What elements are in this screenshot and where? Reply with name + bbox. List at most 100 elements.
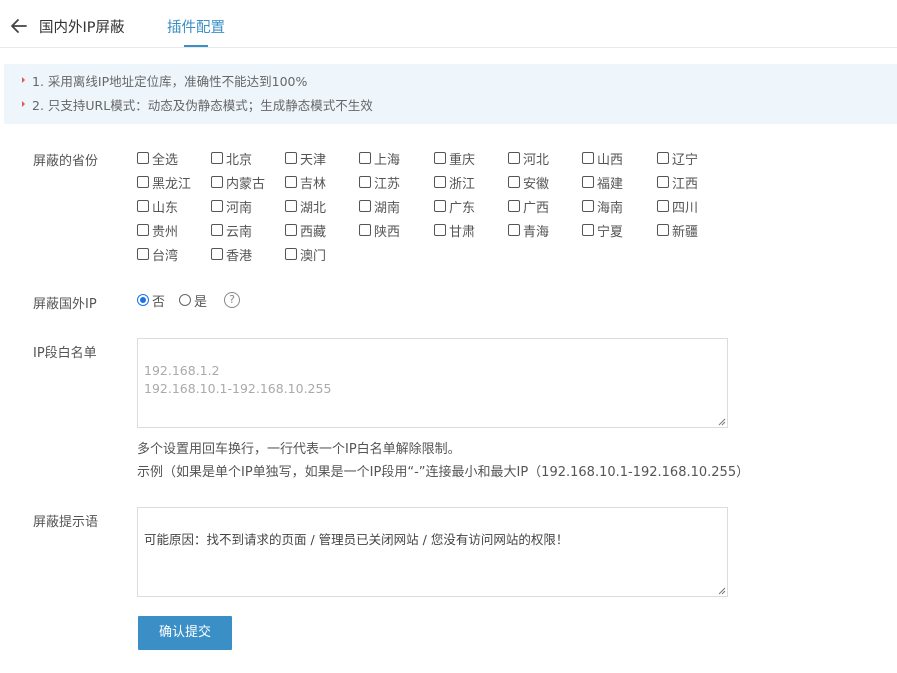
checkbox-box (359, 224, 371, 236)
checkbox-box (359, 200, 371, 212)
checkbox-box (285, 248, 297, 260)
checkbox-province[interactable]: 广东 (434, 197, 475, 216)
checkbox-label: 甘肃 (449, 224, 476, 240)
whitelist-textarea[interactable]: 192.168.1.2 192.168.10.1-192.168.10.255 (137, 338, 728, 428)
checkbox-box (285, 200, 297, 212)
checkbox-province[interactable]: 台湾 (137, 245, 179, 264)
notice-box: 1. 采用离线IP地址定位库，准确性不能达到100% 2. 只支持URL模式：动… (4, 64, 897, 124)
checkbox-box (285, 176, 297, 188)
checkbox-box (211, 248, 223, 260)
checkbox-province[interactable]: 北京 (211, 149, 253, 168)
checkbox-province[interactable]: 河北 (508, 149, 550, 168)
checkbox-province[interactable]: 广西 (508, 197, 550, 216)
message-textarea[interactable]: 可能原因：找不到请求的页面 / 管理员已关闭网站 / 您没有访问网站的权限！ (137, 507, 728, 597)
checkbox-box (211, 176, 223, 188)
resize-grip-icon[interactable] (718, 587, 726, 595)
checkbox-province[interactable]: 四川 (657, 197, 698, 216)
checkbox-province[interactable]: 香港 (211, 245, 253, 264)
tab-plugin-config[interactable]: 插件配置 (167, 16, 225, 37)
checkbox-label: 河南 (226, 200, 253, 216)
provinces-label: 屏蔽的省份 (33, 154, 99, 169)
radio-dot (179, 294, 191, 306)
checkbox-province[interactable]: 吉林 (285, 173, 327, 192)
checkbox-province[interactable]: 宁夏 (582, 221, 623, 240)
checkbox-province[interactable]: 安徽 (508, 173, 549, 192)
whitelist-hint: 多个设置用回车换行，一行代表一个IP白名单解除限制。 (137, 442, 461, 457)
checkbox-box (508, 176, 520, 188)
message-value: 可能原因：找不到请求的页面 / 管理员已关闭网站 / 您没有访问网站的权限！ (144, 532, 569, 547)
checkbox-province[interactable]: 重庆 (434, 149, 475, 168)
checkbox-province[interactable]: 陕西 (359, 221, 401, 240)
checkbox-box (137, 152, 149, 164)
checkbox-province[interactable]: 河南 (211, 197, 253, 216)
message-label: 屏蔽提示语 (33, 515, 99, 530)
checkbox-label: 河北 (523, 152, 550, 168)
checkbox-box (434, 200, 446, 212)
checkbox-province[interactable]: 澳门 (285, 245, 327, 264)
checkbox-box (434, 152, 446, 164)
whitelist-placeholder: 192.168.1.2 192.168.10.1-192.168.10.255 (144, 363, 332, 396)
checkbox-province[interactable]: 新疆 (657, 221, 698, 240)
checkbox-province[interactable]: 湖北 (285, 197, 327, 216)
checkbox-province[interactable]: 上海 (359, 149, 400, 168)
checkbox-label: 北京 (226, 152, 253, 168)
checkbox-box (657, 200, 669, 212)
checkbox-province[interactable]: 黑龙江 (137, 173, 192, 192)
checkbox-box (582, 224, 594, 236)
checkbox-province[interactable]: 西藏 (285, 221, 327, 240)
checkbox-label: 浙江 (449, 176, 476, 192)
checkbox-label: 山西 (597, 152, 624, 168)
checkbox-province[interactable]: 天津 (285, 149, 326, 168)
checkbox-label: 吉林 (300, 176, 327, 192)
checkbox-label: 湖北 (300, 200, 327, 216)
checkbox-label: 陕西 (374, 224, 401, 240)
checkbox-province[interactable]: 浙江 (434, 173, 476, 192)
checkbox-box (508, 224, 520, 236)
resize-grip-icon[interactable] (718, 418, 726, 426)
radio-yes[interactable]: 是 (179, 291, 207, 310)
checkbox-box (285, 152, 297, 164)
radio-no[interactable]: 否 (137, 291, 165, 310)
checkbox-province[interactable]: 福建 (582, 173, 624, 192)
checkbox-box (137, 224, 149, 236)
checkbox-label: 香港 (226, 248, 253, 264)
checkbox-label: 全选 (152, 152, 179, 168)
checkbox-label: 云南 (226, 224, 253, 240)
checkbox-label: 广西 (523, 200, 550, 216)
checkbox-box (582, 176, 594, 188)
checkbox-province[interactable]: 山西 (582, 149, 624, 168)
checkbox-province[interactable]: 江西 (657, 173, 698, 192)
checkbox-province[interactable]: 江苏 (359, 173, 400, 192)
whitelist-example: 示例（如果是单个IP单独写，如果是一个IP段用“-”连接最小和最大IP（192.… (137, 465, 750, 480)
checkbox-province[interactable]: 贵州 (137, 221, 178, 240)
checkbox-box (359, 152, 371, 164)
checkbox-province[interactable]: 山东 (137, 197, 178, 216)
checkbox-box (359, 176, 371, 188)
back-button[interactable] (9, 16, 29, 36)
checkbox-label: 海南 (597, 200, 624, 216)
checkbox-province[interactable]: 青海 (508, 221, 549, 240)
checkbox-province[interactable]: 海南 (582, 197, 624, 216)
checkbox-province[interactable]: 内蒙古 (211, 173, 266, 192)
checkbox-label: 辽宁 (672, 152, 699, 168)
active-tab-indicator (184, 45, 208, 47)
checkbox-province[interactable]: 云南 (211, 221, 253, 240)
checkbox-label: 黑龙江 (152, 176, 192, 192)
checkbox-label: 台湾 (152, 248, 179, 264)
checkbox-box (434, 176, 446, 188)
checkbox-box (211, 152, 223, 164)
checkbox-province[interactable]: 湖南 (359, 197, 400, 216)
checkbox-box (211, 200, 223, 212)
checkbox-box (137, 248, 149, 260)
checkbox-province[interactable]: 全选 (137, 149, 179, 168)
help-icon[interactable]: ? (224, 292, 240, 308)
submit-button[interactable]: 确认提交 (138, 616, 232, 650)
radio-dot (137, 294, 149, 306)
checkbox-province[interactable]: 甘肃 (434, 221, 476, 240)
checkbox-label: 福建 (597, 176, 624, 192)
checkbox-province[interactable]: 辽宁 (657, 149, 699, 168)
checkbox-label: 内蒙古 (226, 176, 266, 192)
checkbox-label: 西藏 (300, 224, 327, 240)
checkbox-box (137, 176, 149, 188)
checkbox-label: 澳门 (300, 248, 327, 264)
